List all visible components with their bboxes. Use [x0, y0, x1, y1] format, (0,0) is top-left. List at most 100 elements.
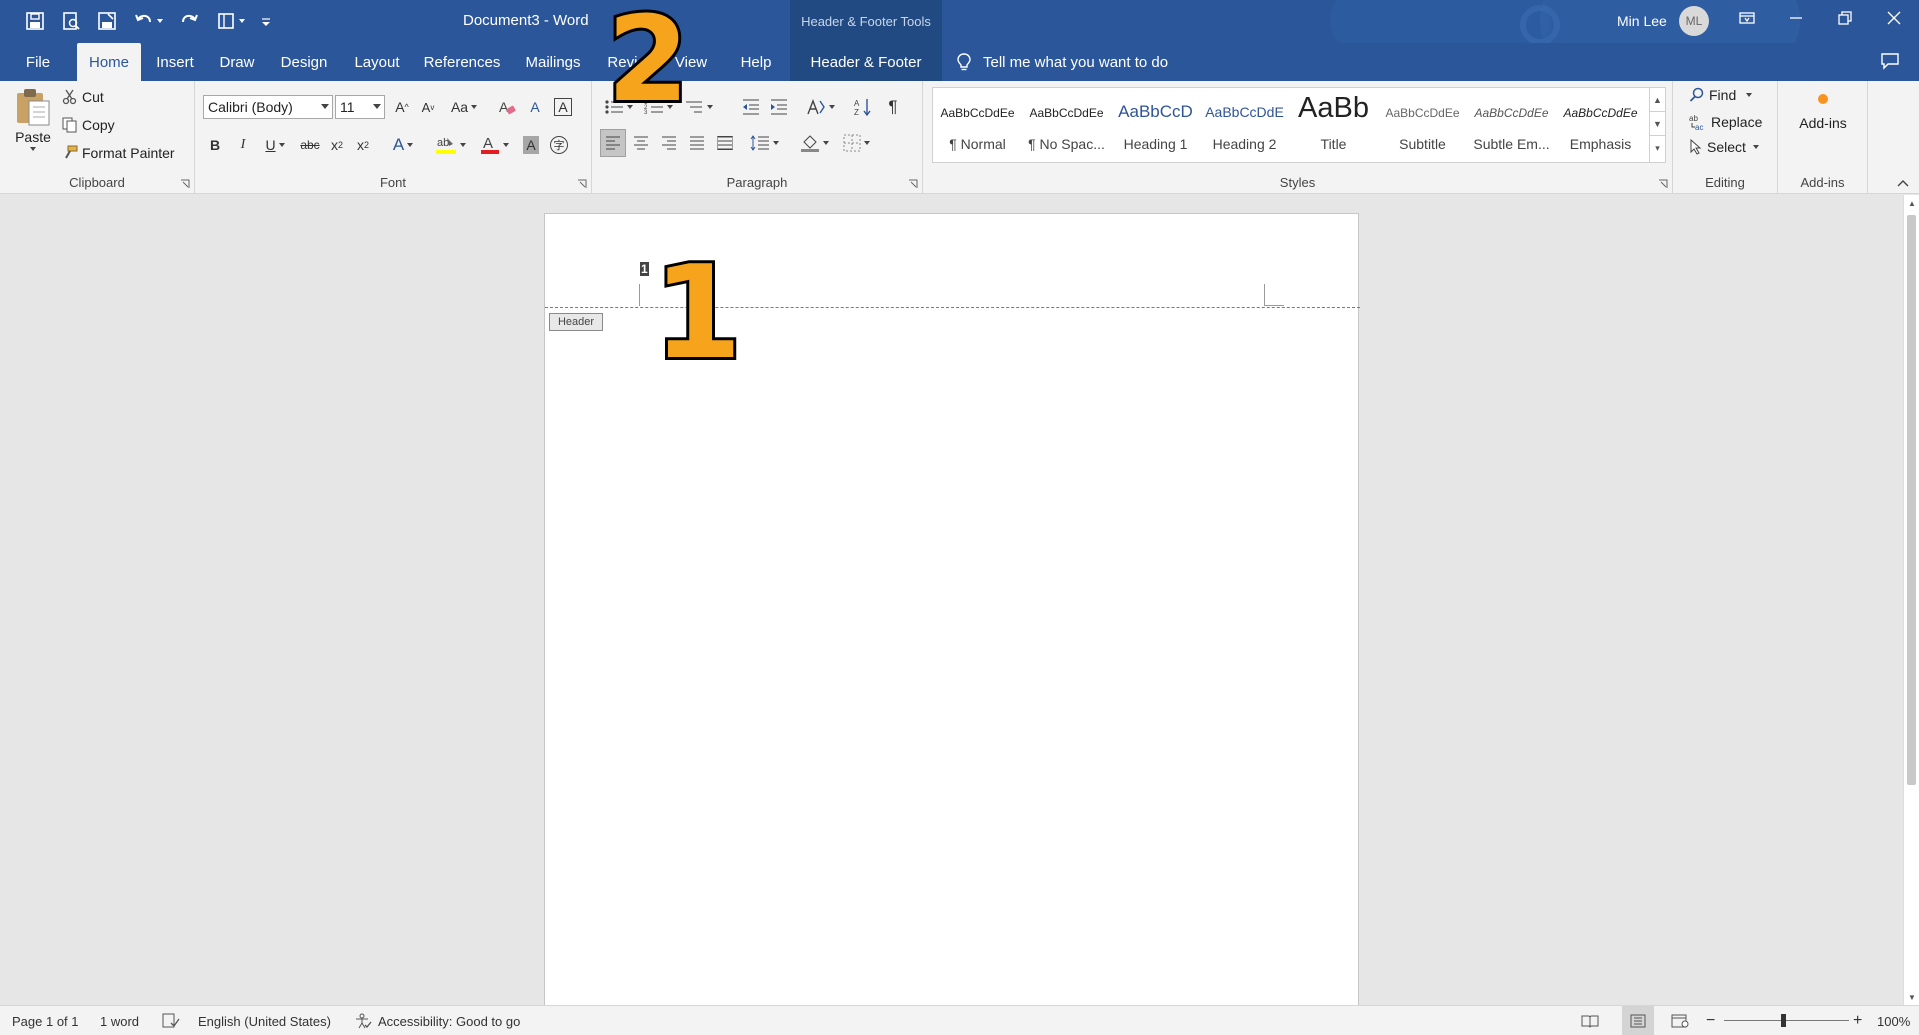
tab-mailings[interactable]: Mailings	[516, 43, 590, 81]
subscript-icon[interactable]: x2	[325, 131, 349, 159]
change-case-icon[interactable]: Aa	[445, 93, 483, 121]
customize-icon[interactable]	[256, 6, 276, 36]
text-effects-icon[interactable]: A	[385, 131, 421, 159]
shrink-font-icon[interactable]: Av	[417, 93, 439, 121]
gallery-up-icon[interactable]: ▲	[1650, 88, 1665, 112]
line-spacing-icon[interactable]	[746, 129, 782, 157]
dialog-launcher-icon[interactable]	[1658, 179, 1668, 189]
character-border-icon[interactable]: A	[551, 93, 575, 121]
zoom-in-icon[interactable]: +	[1853, 1006, 1862, 1035]
tab-references[interactable]: References	[418, 43, 506, 81]
character-shading-icon[interactable]: A	[519, 131, 543, 159]
dialog-launcher-icon[interactable]	[577, 179, 587, 189]
style-subtitle[interactable]: AaBbCcDdEe Subtitle	[1378, 88, 1467, 162]
layout-icon[interactable]	[210, 6, 250, 36]
scroll-down-icon[interactable]: ▼	[1904, 989, 1919, 1005]
tab-header-footer[interactable]: Header & Footer	[790, 43, 942, 81]
scroll-up-icon[interactable]: ▲	[1904, 195, 1919, 211]
paste-button[interactable]: Paste	[10, 87, 56, 151]
align-left-icon[interactable]	[600, 129, 626, 157]
increase-indent-icon[interactable]	[766, 93, 792, 121]
style-subtle-emphasis[interactable]: AaBbCcDdEe Subtle Em...	[1467, 88, 1556, 162]
web-layout-icon[interactable]	[1671, 1006, 1689, 1035]
replace-button[interactable]: ab ac Replace	[1689, 113, 1762, 131]
align-center-icon[interactable]	[628, 129, 654, 157]
enclose-characters-icon[interactable]: 字	[547, 131, 571, 159]
style-normal[interactable]: AaBbCcDdEe ¶ Normal	[933, 88, 1022, 162]
zoom-out-icon[interactable]: −	[1706, 1006, 1715, 1035]
close-icon[interactable]	[1874, 4, 1914, 32]
addins-button[interactable]: Add-ins	[1788, 91, 1858, 131]
borders-icon[interactable]	[838, 129, 874, 157]
page-count[interactable]: Page 1 of 1	[12, 1006, 79, 1035]
proofing-icon[interactable]	[162, 1006, 180, 1035]
dialog-launcher-icon[interactable]	[908, 179, 918, 189]
tab-file[interactable]: File	[14, 43, 62, 81]
justify-icon[interactable]	[684, 129, 710, 157]
tab-help[interactable]: Help	[730, 43, 782, 81]
find-button[interactable]: Find	[1689, 87, 1753, 103]
accessibility-status[interactable]: Accessibility: Good to go	[354, 1006, 520, 1035]
save-icon[interactable]	[20, 6, 50, 36]
grow-font-icon[interactable]: A ^	[391, 93, 413, 121]
zoom-slider-thumb[interactable]	[1781, 1014, 1786, 1027]
print-preview-icon[interactable]	[56, 6, 86, 36]
minimize-icon[interactable]	[1776, 4, 1816, 32]
word-count[interactable]: 1 word	[100, 1006, 139, 1035]
font-size-select[interactable]: 11	[335, 95, 385, 119]
text-effects-phonetic-icon[interactable]: A	[523, 93, 547, 121]
tab-insert[interactable]: Insert	[150, 43, 200, 81]
redo-icon[interactable]	[174, 6, 204, 36]
collapse-ribbon-icon[interactable]	[1894, 175, 1912, 191]
avatar[interactable]: ML	[1679, 6, 1709, 36]
shading-icon[interactable]	[796, 129, 832, 157]
tab-layout[interactable]: Layout	[346, 43, 408, 81]
read-mode-icon[interactable]	[1581, 1006, 1599, 1035]
restore-icon[interactable]	[1825, 4, 1865, 32]
vertical-scrollbar[interactable]: ▲ ▼	[1903, 195, 1919, 1005]
tell-me-search[interactable]: Tell me what you want to do	[955, 43, 1168, 81]
style-no-spacing[interactable]: AaBbCcDdEe ¶ No Spac...	[1022, 88, 1111, 162]
clear-formatting-icon[interactable]: A	[495, 93, 519, 121]
font-color-icon[interactable]: A	[475, 131, 513, 159]
tab-home[interactable]: Home	[77, 43, 141, 81]
cut-button[interactable]: Cut	[62, 89, 104, 105]
style-title[interactable]: AaBb Title	[1289, 88, 1378, 162]
highlight-color-icon[interactable]: ab	[431, 131, 469, 159]
sort-icon[interactable]: AZ	[850, 93, 876, 121]
comments-icon[interactable]	[1880, 52, 1900, 73]
strikethrough-icon[interactable]: abc	[297, 131, 323, 159]
decrease-indent-icon[interactable]	[738, 93, 764, 121]
tab-design[interactable]: Design	[273, 43, 335, 81]
tab-draw[interactable]: Draw	[213, 43, 261, 81]
header-page-number[interactable]: 1	[640, 262, 649, 276]
asian-layout-icon[interactable]	[802, 93, 838, 121]
user-name[interactable]: Min Lee	[1617, 13, 1667, 29]
show-formatting-marks-icon[interactable]: ¶	[880, 93, 906, 121]
superscript-icon[interactable]: x2	[351, 131, 375, 159]
zoom-slider[interactable]	[1724, 1020, 1849, 1021]
bold-icon[interactable]: B	[203, 131, 227, 159]
underline-icon[interactable]: U	[257, 131, 293, 159]
print-layout-icon[interactable]	[1622, 1006, 1654, 1035]
style-emphasis[interactable]: AaBbCcDdEe Emphasis	[1556, 88, 1645, 162]
zoom-level[interactable]: 100%	[1877, 1006, 1910, 1035]
distributed-icon[interactable]	[712, 129, 738, 157]
style-name: Heading 2	[1212, 136, 1277, 152]
undo-icon[interactable]	[128, 6, 168, 36]
dialog-launcher-icon[interactable]	[180, 179, 190, 189]
ribbon-display-icon[interactable]	[1727, 4, 1767, 32]
gallery-more-icon[interactable]: ▾	[1650, 136, 1665, 160]
format-painter-button[interactable]: Format Painter	[62, 145, 175, 161]
style-heading-1[interactable]: AaBbCcD Heading 1	[1111, 88, 1200, 162]
italic-icon[interactable]: I	[231, 131, 255, 159]
select-button[interactable]: Select	[1689, 139, 1759, 155]
align-right-icon[interactable]	[656, 129, 682, 157]
style-heading-2[interactable]: AaBbCcDdE Heading 2	[1200, 88, 1289, 162]
language[interactable]: English (United States)	[198, 1006, 331, 1035]
save-as-icon[interactable]	[92, 6, 122, 36]
copy-button[interactable]: Copy	[62, 117, 115, 133]
font-family-select[interactable]: Calibri (Body)	[203, 95, 333, 119]
scroll-thumb[interactable]	[1907, 215, 1916, 785]
gallery-down-icon[interactable]: ▼	[1650, 112, 1665, 136]
